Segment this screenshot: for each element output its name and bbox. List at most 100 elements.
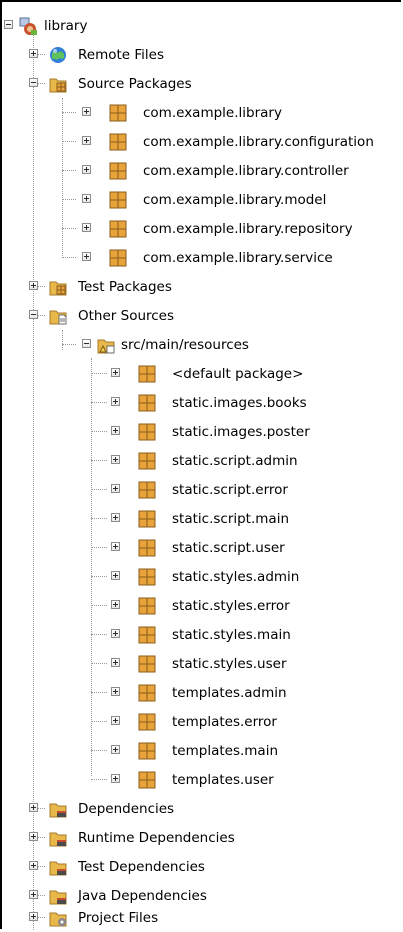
tree-node-label: static.script.error <box>172 482 288 498</box>
tree-node-label: static.styles.admin <box>172 569 300 585</box>
tree-row-dependencies[interactable]: Dependencies <box>0 795 403 823</box>
tree-node-label: Test Dependencies <box>78 859 205 875</box>
package-icon <box>137 538 157 558</box>
tree-row-package[interactable]: templates.main <box>0 737 403 765</box>
collapse-toggle[interactable] <box>29 78 38 87</box>
tree-connector <box>62 170 76 171</box>
project-files-icon <box>48 908 68 928</box>
tree-row-test-dependencies[interactable]: Test Dependencies <box>0 853 403 881</box>
tree-row-package[interactable]: templates.error <box>0 708 403 736</box>
expand-toggle[interactable] <box>111 658 120 667</box>
tree-node-label: com.example.library.configuration <box>143 134 374 150</box>
tree-row-package[interactable]: templates.user <box>0 766 403 794</box>
expand-toggle[interactable] <box>111 513 120 522</box>
collapse-toggle[interactable] <box>82 339 91 348</box>
expand-toggle[interactable] <box>29 281 38 290</box>
library-folder-icon <box>48 799 68 819</box>
tree-connector <box>91 373 107 374</box>
tree-node-label: <default package> <box>172 366 304 382</box>
expand-toggle[interactable] <box>29 912 38 921</box>
expand-toggle[interactable] <box>111 774 120 783</box>
project-tree[interactable]: library Remote Files Source Packages com… <box>0 0 403 930</box>
expand-toggle[interactable] <box>111 426 120 435</box>
tree-row-library[interactable]: library <box>0 12 403 40</box>
expand-toggle[interactable] <box>82 223 91 232</box>
tree-node-label: Dependencies <box>78 801 175 817</box>
tree-row-package[interactable]: com.example.library.service <box>0 244 403 272</box>
package-icon <box>137 422 157 442</box>
tree-row-package[interactable]: static.styles.main <box>0 621 403 649</box>
expand-toggle[interactable] <box>111 397 120 406</box>
tree-row-package[interactable]: static.script.error <box>0 476 403 504</box>
library-folder-icon <box>48 828 68 848</box>
tree-row-source-packages[interactable]: Source Packages <box>0 70 403 98</box>
expand-toggle[interactable] <box>111 542 120 551</box>
tree-row-runtime-dependencies[interactable]: Runtime Dependencies <box>0 824 403 852</box>
other-sources-icon <box>48 306 68 326</box>
expand-toggle[interactable] <box>111 484 120 493</box>
tree-node-label: Project Files <box>78 910 159 926</box>
tree-node-label: static.styles.user <box>172 656 287 672</box>
tree-row-package[interactable]: <default package> <box>0 360 403 388</box>
tree-node-label: Test Packages <box>78 279 172 295</box>
package-icon <box>137 741 157 761</box>
tree-node-label: static.styles.main <box>172 627 291 643</box>
collapse-toggle[interactable] <box>29 310 38 319</box>
expand-toggle[interactable] <box>29 861 38 870</box>
tree-row-package[interactable]: com.example.library.model <box>0 186 403 214</box>
expand-toggle[interactable] <box>82 194 91 203</box>
expand-toggle[interactable] <box>82 107 91 116</box>
tree-connector <box>91 750 107 751</box>
tree-row-package[interactable]: static.script.admin <box>0 447 403 475</box>
tree-row-package[interactable]: static.styles.admin <box>0 563 403 591</box>
expand-toggle[interactable] <box>82 165 91 174</box>
library-folder-icon <box>48 886 68 906</box>
tree-row-package[interactable]: com.example.library.controller <box>0 157 403 185</box>
tree-row-package[interactable]: static.styles.user <box>0 650 403 678</box>
tree-row-package[interactable]: com.example.library.configuration <box>0 128 403 156</box>
tree-row-package[interactable]: static.images.poster <box>0 418 403 446</box>
tree-node-label: templates.admin <box>172 685 287 701</box>
tree-row-package[interactable]: static.styles.error <box>0 592 403 620</box>
tree-row-project-files[interactable]: Project Files <box>0 904 403 930</box>
tree-row-test-packages[interactable]: Test Packages <box>0 273 403 301</box>
package-icon <box>137 625 157 645</box>
tree-connector <box>91 634 107 635</box>
tree-connector <box>91 605 107 606</box>
expand-toggle[interactable] <box>111 600 120 609</box>
expand-toggle[interactable] <box>82 136 91 145</box>
tree-row-other-sources[interactable]: Other Sources <box>0 302 403 330</box>
tree-row-remote-files[interactable]: Remote Files <box>0 41 403 69</box>
tree-node-label: com.example.library.repository <box>143 221 353 237</box>
expand-toggle[interactable] <box>29 890 38 899</box>
tree-connector <box>62 199 76 200</box>
expand-toggle[interactable] <box>111 687 120 696</box>
tree-row-resources[interactable]: src/main/resources <box>0 331 403 359</box>
tree-row-package[interactable]: com.example.library.repository <box>0 215 403 243</box>
expand-toggle[interactable] <box>29 49 38 58</box>
package-icon <box>137 480 157 500</box>
expand-toggle[interactable] <box>111 745 120 754</box>
library-folder-icon <box>48 857 68 877</box>
tree-node-label: templates.error <box>172 714 277 730</box>
tree-row-package[interactable]: static.script.main <box>0 505 403 533</box>
expand-toggle[interactable] <box>82 252 91 261</box>
tree-row-package[interactable]: templates.admin <box>0 679 403 707</box>
tree-connector <box>62 112 76 113</box>
collapse-toggle[interactable] <box>4 20 13 29</box>
package-icon <box>137 683 157 703</box>
expand-toggle[interactable] <box>111 455 120 464</box>
tree-row-package[interactable]: static.script.user <box>0 534 403 562</box>
expand-toggle[interactable] <box>111 716 120 725</box>
tree-node-label: Runtime Dependencies <box>78 830 235 846</box>
tree-connector <box>91 576 107 577</box>
tree-row-package[interactable]: com.example.library <box>0 99 403 127</box>
expand-toggle[interactable] <box>111 368 120 377</box>
tree-connector <box>62 228 76 229</box>
expand-toggle[interactable] <box>29 803 38 812</box>
package-icon <box>137 770 157 790</box>
tree-row-package[interactable]: static.images.books <box>0 389 403 417</box>
expand-toggle[interactable] <box>111 629 120 638</box>
expand-toggle[interactable] <box>111 571 120 580</box>
expand-toggle[interactable] <box>29 832 38 841</box>
